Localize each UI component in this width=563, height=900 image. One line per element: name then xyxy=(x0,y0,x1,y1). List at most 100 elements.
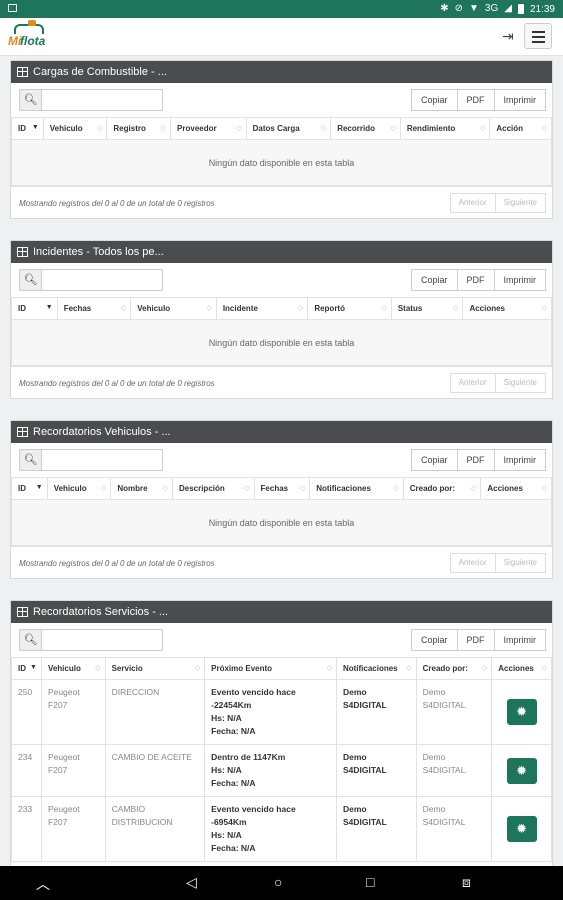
column-header[interactable]: Incidente ◇ xyxy=(215,297,309,320)
records-info: Mostrando registros del 0 al 0 de un tot… xyxy=(19,379,215,388)
search-input[interactable] xyxy=(41,269,163,291)
collapse-icon[interactable]: ︿ xyxy=(36,874,50,894)
gear-icon: ✹ xyxy=(516,762,528,778)
column-header[interactable]: Acciones ◇ xyxy=(462,297,552,320)
row-service: CAMBIO DISTRIBUCION xyxy=(104,796,206,862)
screen-mode-icon[interactable]: ⧈ xyxy=(462,874,471,891)
column-header[interactable]: ID ▼ xyxy=(11,477,48,500)
search-input[interactable] xyxy=(41,89,163,111)
row-next-event: Evento vencido hace -6954Km Hs: N/A Fecha: … xyxy=(204,796,337,862)
search-input[interactable] xyxy=(41,629,163,651)
sort-icon: ◇ xyxy=(236,125,242,132)
print-button[interactable]: Imprimir xyxy=(493,89,546,111)
pdf-button[interactable]: PDF xyxy=(456,449,495,471)
panel-header: Recordatorios Servicios - ... xyxy=(11,601,552,623)
print-button[interactable]: Imprimir xyxy=(493,449,546,471)
column-header[interactable]: ID ▼ xyxy=(11,297,58,320)
search-input[interactable] xyxy=(41,449,163,471)
copy-button[interactable]: Copiar xyxy=(410,89,458,111)
column-header[interactable]: Rendimiento ◇ xyxy=(399,117,491,140)
column-header[interactable]: Fechas ◇ xyxy=(253,477,311,500)
column-header[interactable]: Próximo Evento ◇ xyxy=(204,657,337,680)
panel-header: Recordatorios Vehiculos - ... xyxy=(11,421,552,443)
next-page-button[interactable]: Siguiente xyxy=(494,373,546,393)
previous-page-button[interactable]: Anterior xyxy=(449,553,496,573)
pdf-button[interactable]: PDF xyxy=(456,269,495,291)
column-header[interactable]: Registro ◇ xyxy=(106,117,172,140)
settings-button[interactable]: ✹ xyxy=(506,816,537,842)
row-vehicle: Peugeot F207 xyxy=(40,679,106,745)
column-header[interactable]: Acciones ◇ xyxy=(491,657,552,680)
print-button[interactable]: Imprimir xyxy=(493,629,546,651)
row-id: 234 xyxy=(11,744,42,797)
row-vehicle: Peugeot F207 xyxy=(40,796,106,862)
column-header[interactable]: Vehiculo ◇ xyxy=(42,117,108,140)
column-header[interactable]: Creado por: ◇ xyxy=(415,657,493,680)
column-header[interactable]: Notificaciones ◇ xyxy=(309,477,404,500)
settings-button[interactable]: ✹ xyxy=(506,757,537,784)
panel-4: Recordatorios Servicios - ... 🔍︎ Copiar … xyxy=(10,600,553,868)
previous-page-button[interactable]: Anterior xyxy=(449,373,496,393)
column-header[interactable]: ID ▼ xyxy=(11,657,42,680)
settings-button[interactable]: ✹ xyxy=(506,699,537,725)
home-icon[interactable]: ○ xyxy=(274,874,282,890)
column-header[interactable]: Acciones ◇ xyxy=(480,477,552,500)
next-page-button[interactable]: Siguiente xyxy=(494,193,546,213)
column-header[interactable]: Nombre ◇ xyxy=(110,477,173,500)
next-page-button[interactable]: Siguiente xyxy=(494,553,546,573)
sort-icon: ◇ xyxy=(393,485,399,492)
row-next-event: Dentro de 1147Km Hs: N/A Fecha: N/A xyxy=(204,744,337,797)
pdf-button[interactable]: PDF xyxy=(456,629,495,651)
column-header[interactable]: Vehiculo ◇ xyxy=(46,477,112,500)
column-header[interactable]: Reportó ◇ xyxy=(307,297,392,320)
column-header[interactable]: Notificaciones ◇ xyxy=(335,657,417,680)
sort-icon: ◇ xyxy=(320,125,327,132)
row-notifications: Demo S4DIGITAL xyxy=(335,744,417,797)
row-created-by: Demo S4DIGITAL xyxy=(415,796,493,862)
sort-icon: ◇ xyxy=(406,665,412,672)
table-row[interactable]: 234 Peugeot F207 CAMBIO DE ACEITE Dentro … xyxy=(11,744,552,797)
column-header[interactable]: Vehiculo ◇ xyxy=(40,657,106,680)
export-buttons: Copiar PDF Imprimir xyxy=(410,629,546,651)
column-header[interactable]: Creado por: ◇ xyxy=(402,477,482,500)
data-table: ID ▼ Vehiculo ◇ Registro ◇ Proveedor ◇ D… xyxy=(11,117,552,186)
copy-button[interactable]: Copiar xyxy=(410,269,458,291)
mi-flota-logo[interactable]: Mi flota xyxy=(8,20,54,52)
column-header[interactable]: Recorrido ◇ xyxy=(330,117,401,140)
panel-title: Cargas de Combustible - ... xyxy=(33,66,167,78)
panel-3: Recordatorios Vehiculos - ... 🔍︎ Copiar … xyxy=(10,420,553,579)
column-header[interactable]: Fechas ◇ xyxy=(56,297,132,320)
column-header[interactable]: Acción ◇ xyxy=(489,117,552,140)
table-icon xyxy=(17,67,28,77)
empty-table-message: Ningún dato disponible en esta tabla xyxy=(11,319,552,366)
copy-button[interactable]: Copiar xyxy=(410,449,458,471)
table-row[interactable]: 250 Peugeot F207 DIRECCION Evento vencido… xyxy=(11,679,552,745)
sort-icon: ◇ xyxy=(162,485,168,492)
row-actions: ✹ xyxy=(491,744,552,797)
table-footer: Mostrando registros del 0 al 0 de un tot… xyxy=(11,366,552,398)
recents-icon[interactable]: □ xyxy=(366,874,374,890)
battery-icon xyxy=(517,4,524,14)
column-header[interactable]: Descripción ◇ xyxy=(171,477,255,500)
column-header[interactable]: ID ▼ xyxy=(11,117,44,140)
sort-icon: ◇ xyxy=(470,485,477,492)
copy-button[interactable]: Copiar xyxy=(410,629,458,651)
previous-page-button[interactable]: Anterior xyxy=(449,193,496,213)
column-header[interactable]: Proveedor ◇ xyxy=(170,117,247,140)
print-button[interactable]: Imprimir xyxy=(493,269,546,291)
pdf-button[interactable]: PDF xyxy=(456,89,495,111)
panel-title: Incidentes - Todos los pe... xyxy=(33,246,164,258)
column-header[interactable]: Datos Carga ◇ xyxy=(245,117,332,140)
column-header[interactable]: Servicio ◇ xyxy=(104,657,206,680)
column-header[interactable]: Vehiculo ◇ xyxy=(130,297,217,320)
column-header[interactable]: Status ◇ xyxy=(390,297,464,320)
sort-icon: ◇ xyxy=(160,125,167,132)
menu-button[interactable] xyxy=(524,23,552,49)
export-buttons: Copiar PDF Imprimir xyxy=(410,449,546,471)
back-icon[interactable]: ◁ xyxy=(186,874,197,891)
row-actions: ✹ xyxy=(491,679,552,745)
table-row[interactable]: 233 Peugeot F207 CAMBIO DISTRIBUCION Event… xyxy=(11,796,552,862)
sort-icon: ◇ xyxy=(479,125,486,132)
row-vehicle: Peugeot F207 xyxy=(40,744,106,797)
logout-icon[interactable]: ⇥ xyxy=(502,28,514,45)
